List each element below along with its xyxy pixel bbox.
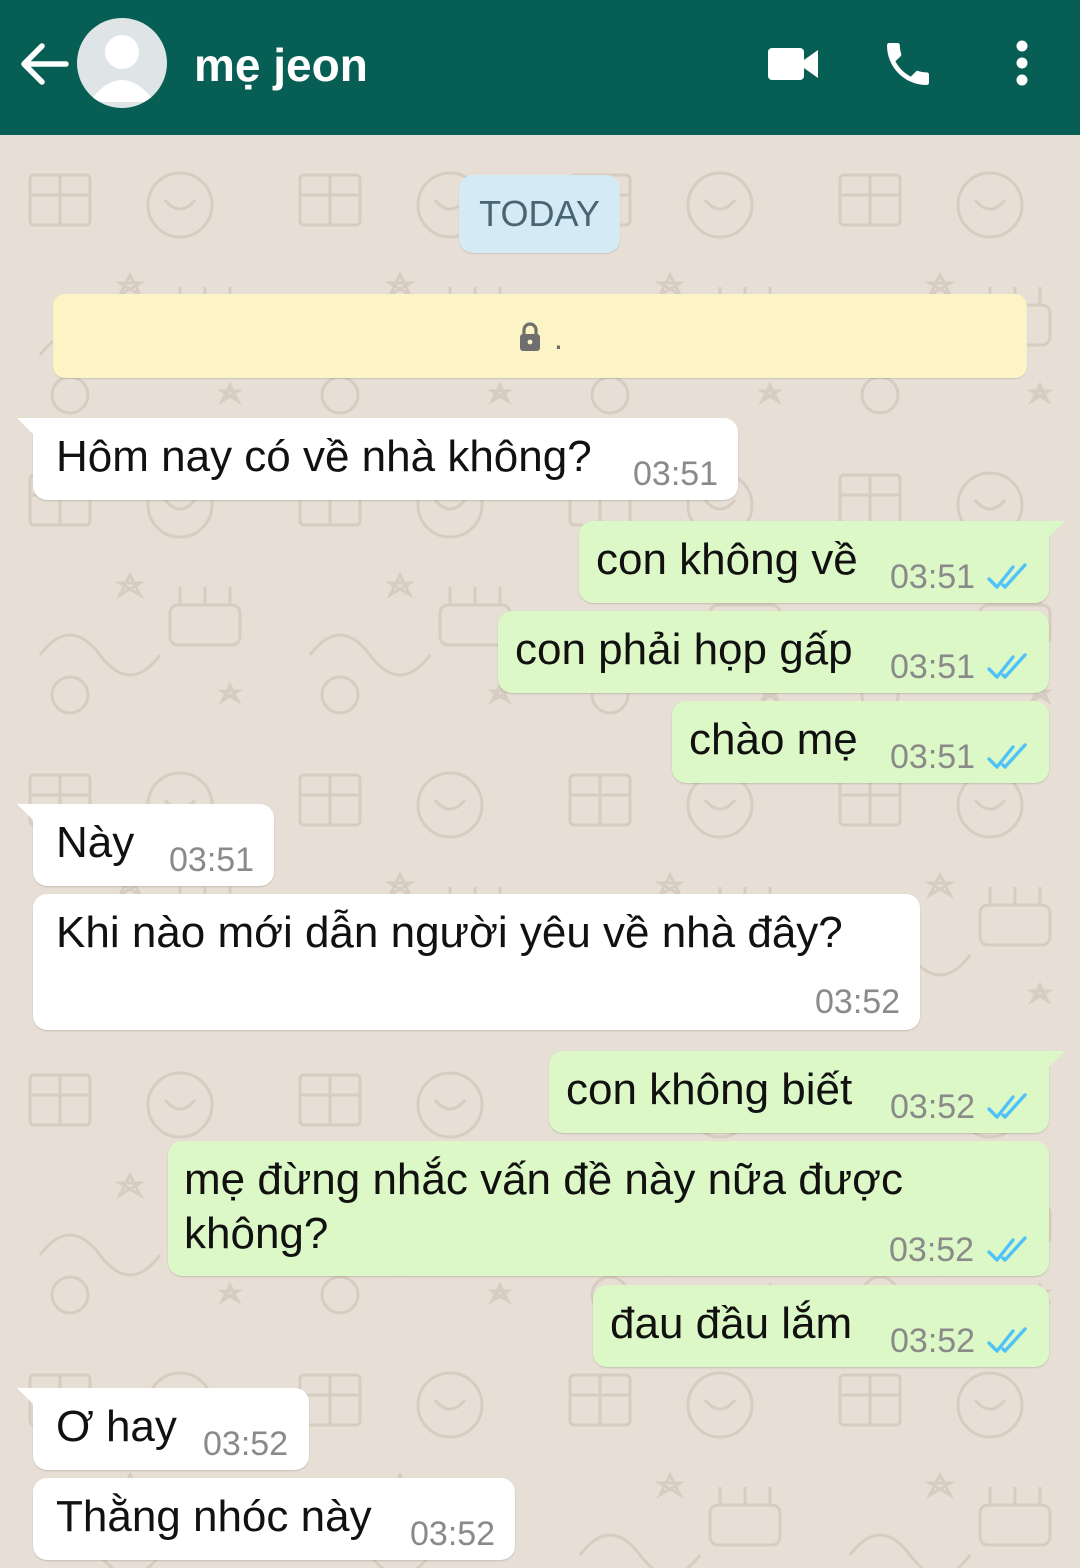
message-text: con phải họp gấp — [515, 625, 853, 674]
read-receipt-icon — [987, 563, 1027, 589]
encryption-notice-text: . — [554, 320, 563, 356]
back-arrow-icon[interactable] — [18, 40, 70, 88]
message-bubble-outgoing[interactable]: chào mẹ 03:51 — [672, 701, 1049, 783]
message-time: 03:52 — [890, 1322, 976, 1360]
chat-header: mẹ jeon — [0, 0, 1080, 135]
message-bubble-incoming[interactable]: Này 03:51 — [17, 804, 274, 886]
bubble-tail — [1043, 1051, 1065, 1073]
read-receipt-icon — [987, 1327, 1027, 1353]
more-options-icon[interactable] — [1005, 36, 1039, 92]
message-time: 03:52 — [815, 983, 901, 1021]
message-time: 03:51 — [890, 558, 976, 596]
message-time: 03:52 — [203, 1425, 289, 1463]
bubble-tail — [1043, 521, 1065, 543]
message-text: Này — [56, 818, 135, 867]
message-bubble-incoming[interactable]: Khi nào mới dẫn người yêu về nhà đây? 03… — [33, 894, 920, 1030]
read-receipt-icon — [987, 653, 1027, 679]
message-time: 03:51 — [890, 738, 976, 776]
phone-icon[interactable] — [880, 36, 936, 92]
message-time: 03:51 — [169, 841, 255, 879]
read-receipt-icon — [987, 743, 1027, 769]
bubble-tail — [17, 804, 39, 826]
message-bubble-incoming[interactable]: Ơ hay 03:52 — [17, 1388, 309, 1470]
message-time: 03:52 — [890, 1088, 976, 1126]
message-bubble-outgoing[interactable]: mẹ đừng nhắc vấn đề này nữa được không? … — [168, 1141, 1049, 1276]
message-text: chào mẹ — [689, 715, 858, 764]
avatar-placeholder-icon[interactable] — [77, 18, 167, 108]
lock-icon — [518, 322, 542, 352]
message-text: con không về — [596, 535, 858, 584]
message-text: con không biết — [566, 1065, 853, 1114]
message-time: 03:52 — [410, 1515, 496, 1553]
message-time: 03:52 — [889, 1231, 975, 1269]
message-text: Hôm nay có về nhà không? — [56, 432, 592, 481]
contact-name[interactable]: mẹ jeon — [194, 38, 368, 92]
message-bubble-incoming[interactable]: Hôm nay có về nhà không? 03:51 — [17, 418, 738, 500]
message-text: Ơ hay — [56, 1402, 177, 1451]
message-bubble-outgoing[interactable]: con phải họp gấp 03:51 — [498, 611, 1049, 693]
message-time: 03:51 — [890, 648, 976, 686]
message-bubble-outgoing[interactable]: con không biết 03:52 — [549, 1051, 1065, 1133]
message-time: 03:51 — [633, 455, 719, 493]
message-text: mẹ đừng nhắc vấn đề này nữa được không? — [184, 1155, 903, 1258]
bubble-tail — [17, 1388, 39, 1410]
message-text: đau đầu lắm — [610, 1299, 853, 1348]
read-receipt-icon — [987, 1093, 1027, 1119]
message-bubble-incoming[interactable]: Thằng nhóc này 03:52 — [33, 1478, 515, 1560]
bubble-tail — [17, 418, 39, 440]
read-receipt-icon — [987, 1236, 1027, 1262]
date-chip: TODAY — [459, 175, 620, 253]
video-call-icon[interactable] — [764, 36, 822, 92]
message-text: Thằng nhóc này — [56, 1492, 372, 1541]
message-bubble-outgoing[interactable]: đau đầu lắm 03:52 — [593, 1285, 1049, 1367]
message-text: Khi nào mới dẫn người yêu về nhà đây? — [56, 908, 843, 957]
message-bubble-outgoing[interactable]: con không về 03:51 — [579, 521, 1065, 603]
